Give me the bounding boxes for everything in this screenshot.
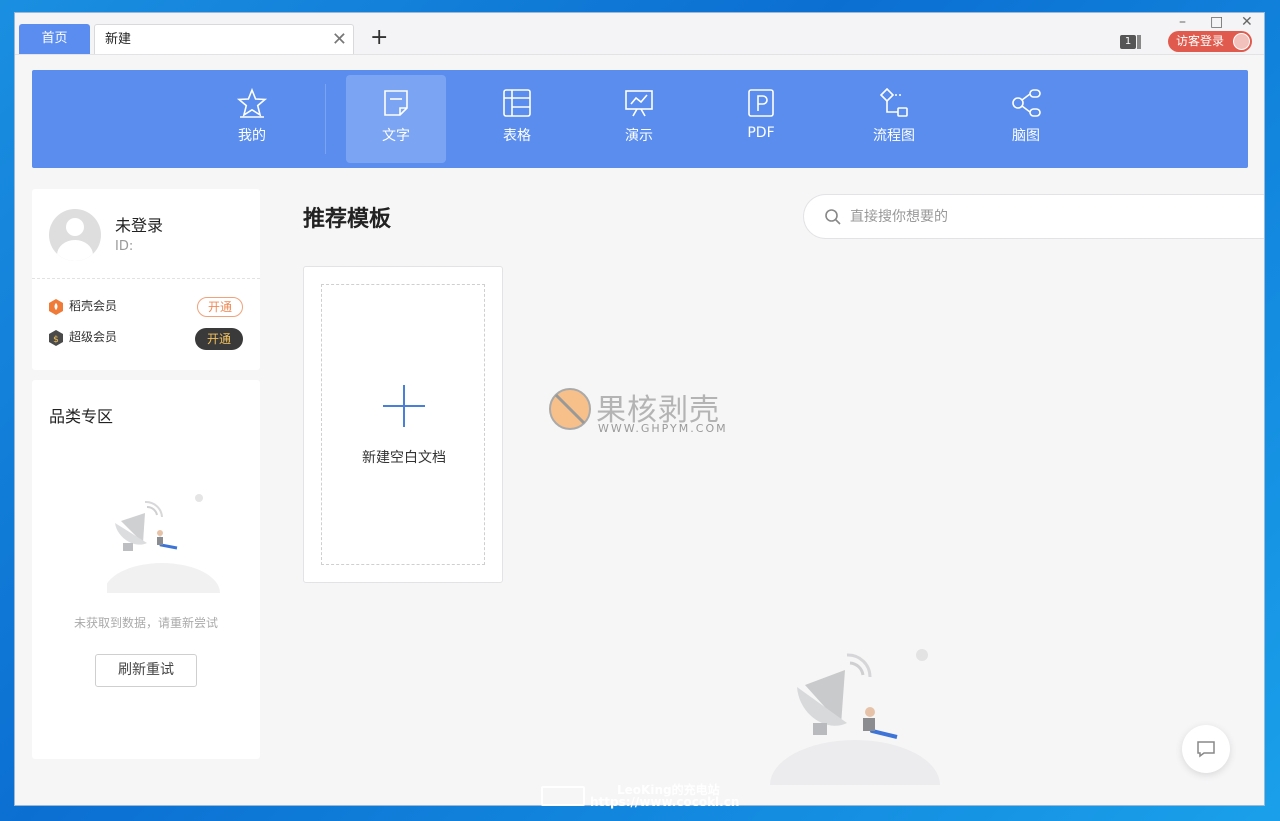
category-zone-panel: 品类专区 未获取到数据，请重新尝试 刷新重试 [32, 380, 260, 759]
avatar-head [66, 218, 84, 236]
category-label: 文字 [382, 128, 410, 144]
category-text[interactable]: 文字 [346, 75, 446, 163]
category-label: 演示 [625, 128, 653, 144]
chat-icon [1197, 741, 1215, 758]
app-window: 首页 新建 ✕ + – □ ✕ 1 访客登录 我的 文字 表格 演示 PDF 流… [15, 13, 1264, 805]
title-bar: 首页 新建 ✕ + – □ ✕ 1 访客登录 [15, 13, 1264, 55]
close-window-button[interactable]: ✕ [1241, 14, 1253, 30]
docer-member-icon [49, 298, 63, 315]
category-bar: 我的 文字 表格 演示 PDF 流程图 脑图 [32, 70, 1248, 168]
empty-message: 未获取到数据，请重新尝试 [73, 616, 218, 630]
minimize-button[interactable]: – [1179, 14, 1186, 30]
category-divider [325, 84, 326, 154]
guest-avatar-icon [1233, 33, 1250, 50]
category-pdf[interactable]: PDF [711, 75, 811, 163]
overlay-line2: https://www.cocokl.cn [590, 795, 740, 809]
profile-id: ID: [115, 239, 134, 254]
category-mindmap[interactable]: 脑图 [976, 75, 1076, 163]
tab-close-icon[interactable]: ✕ [332, 25, 347, 54]
category-label: 表格 [503, 128, 531, 144]
new-blank-document-card[interactable]: 新建空白文档 [303, 266, 503, 583]
member-name: 超级会员 [69, 330, 118, 344]
satellite-illustration-icon [107, 494, 220, 593]
category-label: PDF [747, 125, 775, 141]
document-icon [384, 90, 408, 116]
avatar-body [57, 240, 93, 261]
category-flowchart[interactable]: 流程图 [844, 75, 944, 163]
flowchart-icon [879, 87, 908, 117]
search-input[interactable]: 直接搜你想要的 [850, 208, 948, 226]
watermark: 果核剥壳 WWW.GHPYM.COM [548, 385, 738, 437]
profile-panel: 未登录 ID: 稻壳会员 开通 $ 超级会员 开通 [32, 189, 260, 370]
category-label: 我的 [238, 128, 266, 144]
overlay-box-icon [541, 786, 585, 806]
watermark-en: WWW.GHPYM.COM [598, 422, 728, 435]
category-presentation[interactable]: 演示 [589, 75, 689, 163]
star-icon [236, 87, 268, 118]
category-spreadsheet[interactable]: 表格 [467, 75, 567, 163]
svg-text:$: $ [53, 335, 59, 345]
tab-new-label: 新建 [105, 32, 132, 47]
guest-login-button[interactable]: 访客登录 [1168, 31, 1252, 52]
member-docer: 稻壳会员 [49, 297, 117, 315]
category-label: 流程图 [873, 128, 915, 144]
new-blank-label: 新建空白文档 [362, 450, 446, 466]
open-super-button[interactable]: 开通 [195, 328, 243, 350]
add-tab-button[interactable]: + [370, 26, 388, 50]
open-docer-button[interactable]: 开通 [197, 297, 243, 317]
member-name: 稻壳会员 [69, 299, 118, 313]
avatar[interactable] [49, 209, 101, 261]
member-super: $ 超级会员 [49, 328, 117, 346]
page-title: 推荐模板 [303, 207, 392, 232]
mindmap-icon [1012, 89, 1041, 117]
refresh-button[interactable]: 刷新重试 [95, 654, 197, 687]
category-mine[interactable]: 我的 [202, 75, 302, 163]
pdf-icon [748, 89, 774, 117]
super-member-icon: $ [49, 329, 63, 346]
chat-button[interactable] [1182, 725, 1230, 773]
profile-name[interactable]: 未登录 [115, 212, 163, 236]
tab-home[interactable]: 首页 [19, 24, 90, 54]
category-zone-title: 品类专区 [49, 407, 114, 426]
tab-new[interactable]: 新建 ✕ [94, 24, 354, 54]
maximize-button[interactable]: □ [1210, 14, 1223, 30]
table-icon [503, 89, 531, 117]
guest-login-label: 访客登录 [1176, 34, 1225, 48]
plus-icon [383, 385, 425, 427]
category-label: 脑图 [1012, 128, 1040, 144]
presentation-icon [625, 90, 653, 117]
doc-count-bar [1137, 35, 1141, 49]
search-icon [825, 209, 841, 225]
doc-count-badge[interactable]: 1 [1120, 35, 1136, 49]
satellite-illustration-icon [770, 649, 940, 785]
watermark-logo-icon [549, 388, 591, 430]
search-bar[interactable]: 直接搜你想要的 [803, 194, 1264, 239]
profile-divider [32, 278, 260, 279]
new-blank-dropzone[interactable]: 新建空白文档 [321, 284, 485, 565]
